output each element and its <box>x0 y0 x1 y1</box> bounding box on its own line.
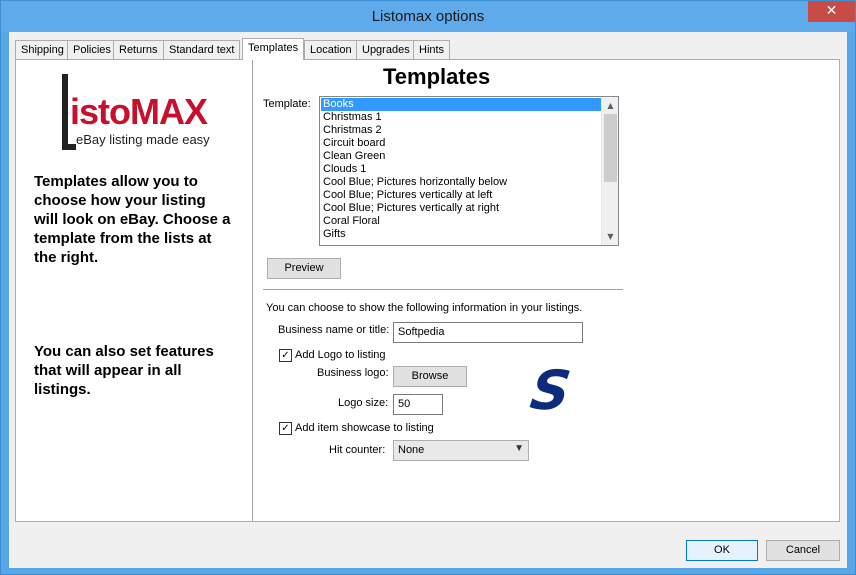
tab-upgrades[interactable]: Upgrades <box>356 40 416 59</box>
hit-counter-value: None <box>398 444 425 456</box>
logo-size-input[interactable]: 50 <box>393 394 443 415</box>
list-item[interactable]: Christmas 2 <box>321 124 601 137</box>
tab-hints[interactable]: Hints <box>413 40 451 59</box>
tab-returns[interactable]: Returns <box>113 40 164 59</box>
scroll-up-icon[interactable]: ▲ <box>602 97 618 114</box>
chevron-down-icon: ▼ <box>514 443 524 454</box>
tab-location[interactable]: Location <box>304 40 358 59</box>
title-bar[interactable]: Listomax options ✕ <box>1 1 855 32</box>
window-title: Listomax options <box>371 8 485 25</box>
templates-heading: Templates <box>383 64 491 89</box>
list-item[interactable]: Cool Blue; Pictures vertically at right <box>321 202 601 215</box>
list-item[interactable]: Gifts <box>321 228 601 241</box>
logo-size-label: Logo size: <box>338 397 389 409</box>
tab-shipping[interactable]: Shipping <box>15 40 70 59</box>
right-settings-panel: Templates Template: Books Christmas 1 Ch… <box>253 60 839 521</box>
browse-button[interactable]: Browse <box>393 366 467 387</box>
listomax-logo: istoMAX eBay listing made easy <box>60 72 220 152</box>
info-text: You can choose to show the following inf… <box>266 302 583 314</box>
add-showcase-checkbox[interactable]: ✓ <box>279 422 292 435</box>
logo-word: istoMAX <box>70 91 208 132</box>
left-info-panel: istoMAX eBay listing made easy Templates… <box>16 60 252 521</box>
templates-tab-panel: istoMAX eBay listing made easy Templates… <box>15 59 840 522</box>
logo-preview-image: S <box>526 359 575 422</box>
scroll-down-icon[interactable]: ▼ <box>602 228 618 245</box>
features-text: You can also set features that will appe… <box>34 343 214 398</box>
list-item[interactable]: Coral Floral <box>321 215 601 228</box>
list-item[interactable]: Books <box>321 98 601 111</box>
list-item[interactable]: Christmas 1 <box>321 111 601 124</box>
intro-text: Templates allow you to choose how your l… <box>34 173 231 266</box>
list-item[interactable]: Cool Blue; Pictures vertically at left <box>321 189 601 202</box>
template-list-scrollbar[interactable]: ▲ ▼ <box>601 97 618 245</box>
ok-button[interactable]: OK <box>686 540 758 561</box>
cancel-button[interactable]: Cancel <box>766 540 840 561</box>
logo-tagline: eBay listing made easy <box>76 132 210 147</box>
hit-counter-label: Hit counter: <box>329 444 386 456</box>
business-logo-label: Business logo: <box>317 367 389 379</box>
add-logo-checkbox[interactable]: ✓ <box>279 349 292 362</box>
list-item[interactable]: Clean Green <box>321 150 601 163</box>
tab-standard-text[interactable]: Standard text <box>163 40 241 59</box>
list-item[interactable]: Circuit board <box>321 137 601 150</box>
template-list: Books Christmas 1 Christmas 2 Circuit bo… <box>321 98 601 241</box>
dialog-client: Shipping Policies Returns Standard text … <box>9 32 847 568</box>
tab-templates[interactable]: Templates <box>242 38 305 60</box>
tab-strip: Shipping Policies Returns Standard text … <box>15 38 845 60</box>
list-item[interactable]: Clouds 1 <box>321 163 601 176</box>
logo-l-stem <box>62 74 68 150</box>
options-window: Listomax options ✕ Shipping Policies Ret… <box>0 0 856 575</box>
section-separator <box>263 289 623 290</box>
add-logo-label: Add Logo to listing <box>295 349 386 361</box>
hit-counter-select[interactable]: None ▼ <box>393 440 529 461</box>
preview-button[interactable]: Preview <box>267 258 341 279</box>
close-button[interactable]: ✕ <box>808 1 855 22</box>
business-name-label: Business name or title: <box>278 324 390 336</box>
logo-l-foot <box>62 144 76 150</box>
add-showcase-label: Add item showcase to listing <box>295 422 434 434</box>
template-label: Template: <box>263 98 311 110</box>
business-name-input[interactable]: Softpedia <box>393 322 583 343</box>
list-item[interactable]: Cool Blue; Pictures horizontally below <box>321 176 601 189</box>
template-listbox[interactable]: Books Christmas 1 Christmas 2 Circuit bo… <box>319 96 619 246</box>
tab-policies[interactable]: Policies <box>67 40 117 59</box>
scroll-thumb[interactable] <box>604 114 617 182</box>
